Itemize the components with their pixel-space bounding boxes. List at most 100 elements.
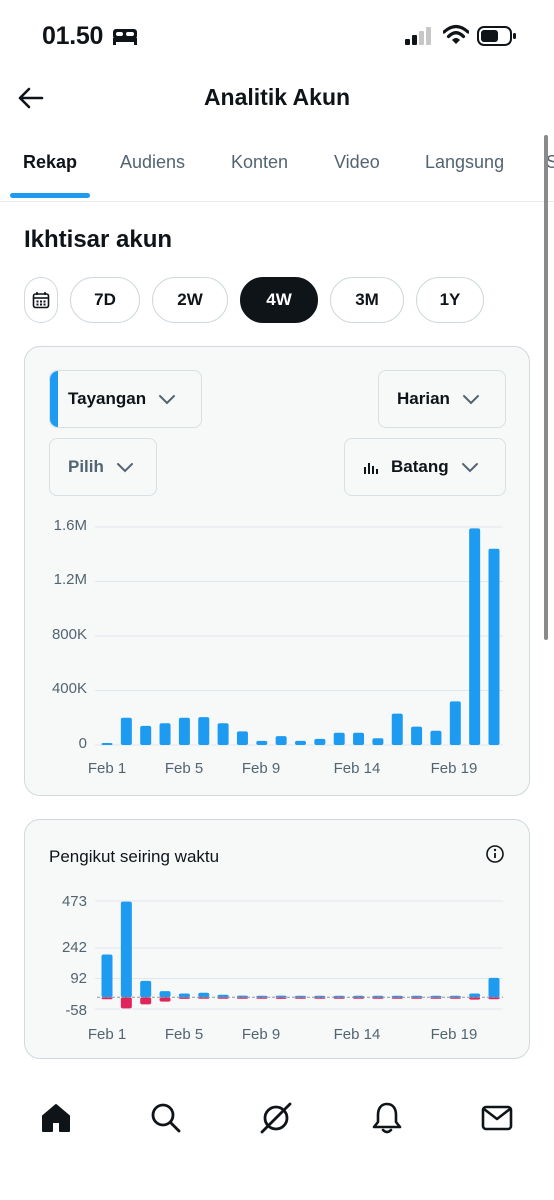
range-3m-button[interactable]: 3M [330,277,404,323]
x-tick: Feb 5 [164,760,204,777]
metric-dropdown-label: Tayangan [68,389,147,408]
followers-lost-bar [236,997,248,999]
x-tick: Feb 1 [87,760,127,777]
followers-lost-bar [391,997,403,999]
wifi-icon [443,24,469,44]
x-tick: Feb 9 [241,760,281,777]
x-tick: Feb 14 [333,1026,381,1043]
scrollbar[interactable] [544,135,548,640]
followers-lost-bar [256,997,268,999]
impressions-bar [178,717,190,745]
calendar-icon [32,292,50,309]
impressions-bar [120,717,132,745]
x-tick: Feb 19 [430,1026,478,1043]
followers-gained-bar [217,994,229,998]
range-2w-button[interactable]: 2W [152,277,228,323]
followers-lost-bar [198,997,210,999]
grok-icon [260,1102,292,1134]
followers-lost-bar [411,997,423,999]
tab-konten[interactable]: Konten [231,152,288,173]
active-tab-indicator [10,193,90,198]
y-tick: 473 [61,893,87,910]
chart-type-dropdown[interactable]: Batang [344,438,506,496]
impressions-bar [353,732,365,745]
followers-card-title: Pengikut seiring waktu [49,847,220,866]
impressions-bar [391,713,403,745]
followers-lost-bar [469,997,481,1000]
followers-lost-bar [314,997,326,999]
y-tick: 242 [61,939,87,956]
range-4w-button[interactable]: 4W [240,277,318,323]
followers-gained-bar [488,977,500,998]
followers-gained-bar [430,995,442,998]
nav-messages[interactable] [477,1098,517,1138]
followers-gained-bar [101,954,113,998]
nav-grok[interactable] [256,1098,296,1138]
impressions-bar [101,743,113,745]
bottom-nav [0,1080,554,1200]
nav-search[interactable] [146,1098,186,1138]
tab-video[interactable]: Video [334,152,380,173]
tab-bar: Rekap Audiens Konten Video Langsung S [0,140,554,202]
followers-gained-bar [391,995,403,998]
followers-gained-bar [140,980,152,998]
compare-dropdown-label: Pilih [68,457,104,476]
x-tick: Feb 5 [164,1026,204,1043]
tab-langsung[interactable]: Langsung [425,152,504,173]
metric-accent-bar [50,371,58,427]
followers-lost-bar [295,997,306,999]
calendar-button[interactable] [24,277,58,323]
followers-lost-bar [333,997,345,999]
impressions-bar [295,740,306,745]
metric-dropdown[interactable]: Tayangan [49,370,202,428]
chevron-down-icon [116,463,133,473]
impressions-bar [159,723,171,745]
y-tick: 0 [78,735,87,752]
followers-lost-bar [217,997,229,999]
followers-gained-bar [178,993,190,998]
followers-gained-bar [120,901,132,998]
range-7d-button[interactable]: 7D [70,277,140,323]
nav-home[interactable] [36,1098,76,1138]
y-tick: 400K [51,680,87,697]
impressions-bar [488,548,500,745]
y-tick: 1.6M [53,517,87,534]
info-icon[interactable] [485,844,505,864]
section-title: Ikhtisar akun [24,226,173,253]
compare-dropdown[interactable]: Pilih [49,438,157,496]
chart-type-dropdown-label: Batang [391,457,449,476]
search-icon [151,1103,181,1133]
followers-gained-bar [295,995,306,998]
interval-dropdown-label: Harian [397,389,450,408]
bar-chart-icon [364,463,378,474]
impressions-bar [256,740,268,745]
bell-icon [372,1102,402,1134]
x-tick: Feb 1 [87,1026,127,1043]
impressions-bar [140,725,152,745]
followers-gained-bar [449,995,461,998]
x-tick: Feb 19 [430,760,478,777]
followers-gained-bar [275,995,287,998]
battery-icon [477,26,516,46]
impressions-bar [372,738,384,745]
tab-audiens[interactable]: Audiens [120,152,185,173]
y-tick: 1.2M [53,571,87,588]
interval-dropdown[interactable]: Harian [378,370,506,428]
impressions-bar [469,528,481,745]
followers-lost-bar [159,997,171,1002]
y-tick: -58 [65,1002,87,1019]
bed-icon [113,29,137,45]
impressions-bar [449,701,461,745]
tab-rekap[interactable]: Rekap [23,152,77,173]
followers-lost-bar [275,997,287,999]
range-1y-button[interactable]: 1Y [416,277,484,323]
impressions-bar [411,726,423,745]
impressions-bar [198,717,210,745]
chevron-down-icon [461,463,478,473]
x-tick: Feb 9 [241,1026,281,1043]
followers-gained-bar [159,991,171,998]
followers-lost-bar [120,997,132,1009]
followers-gained-bar [333,995,345,998]
followers-gained-bar [372,995,384,998]
nav-notifications[interactable] [367,1098,407,1138]
